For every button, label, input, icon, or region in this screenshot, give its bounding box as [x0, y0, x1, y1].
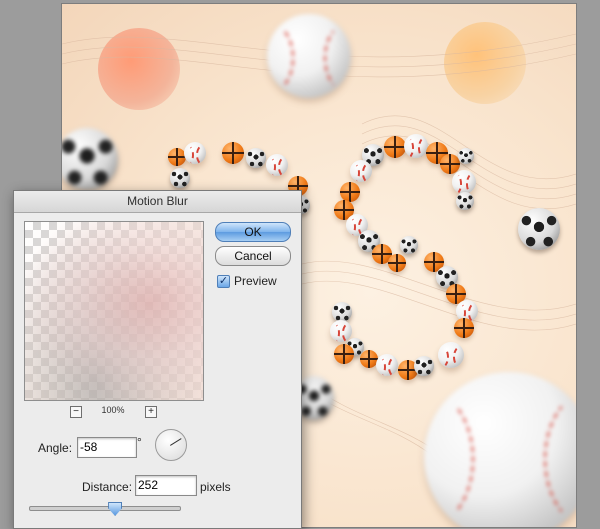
- dialog-title: Motion Blur: [14, 191, 301, 213]
- small-basketball: [454, 318, 474, 338]
- baseball-large-top: [267, 14, 351, 98]
- small-basketball: [222, 142, 244, 164]
- cancel-button[interactable]: Cancel: [215, 246, 291, 266]
- zoom-in-icon[interactable]: +: [145, 406, 157, 418]
- small-basketball: [334, 344, 354, 364]
- small-baseball: [404, 134, 428, 160]
- angle-unit: °: [137, 435, 142, 449]
- small-basketball: [340, 182, 360, 202]
- small-soccer-ball: [456, 192, 474, 210]
- small-baseball: [184, 142, 206, 166]
- preview-toggle[interactable]: ✓ Preview: [217, 274, 277, 288]
- angle-dial-needle: [170, 438, 182, 446]
- baseball-large-bottom: [424, 372, 576, 527]
- distance-slider[interactable]: [29, 506, 181, 511]
- ok-button[interactable]: OK: [215, 222, 291, 242]
- soccer-ball-right: [518, 208, 560, 250]
- small-soccer-ball: [400, 236, 418, 254]
- filter-preview-pane[interactable]: [24, 221, 204, 401]
- small-soccer-ball: [332, 302, 352, 322]
- small-baseball: [350, 160, 372, 184]
- small-baseball: [438, 342, 464, 370]
- small-baseball: [266, 154, 288, 178]
- zoom-level-label: 100%: [101, 405, 125, 415]
- motion-blur-dialog: Motion Blur − 100% + OK Cancel ✓ Preview…: [13, 190, 302, 529]
- distance-label: Distance:: [82, 480, 133, 494]
- small-baseball: [376, 354, 398, 378]
- preview-label: Preview: [234, 274, 277, 288]
- small-basketball: [388, 254, 406, 272]
- small-soccer-ball: [170, 168, 190, 188]
- blurred-preview-image: [25, 222, 203, 400]
- distance-input[interactable]: [135, 475, 197, 496]
- slider-thumb-icon[interactable]: [108, 502, 123, 516]
- small-baseball: [452, 170, 476, 196]
- distance-unit: pixels: [200, 480, 231, 494]
- angle-label: Angle:: [38, 441, 73, 455]
- checkbox-check-icon[interactable]: ✓: [217, 274, 230, 288]
- angle-dial-icon[interactable]: [155, 429, 187, 461]
- small-baseball: [330, 320, 352, 344]
- angle-input[interactable]: [77, 437, 137, 458]
- small-soccer-ball: [458, 148, 474, 164]
